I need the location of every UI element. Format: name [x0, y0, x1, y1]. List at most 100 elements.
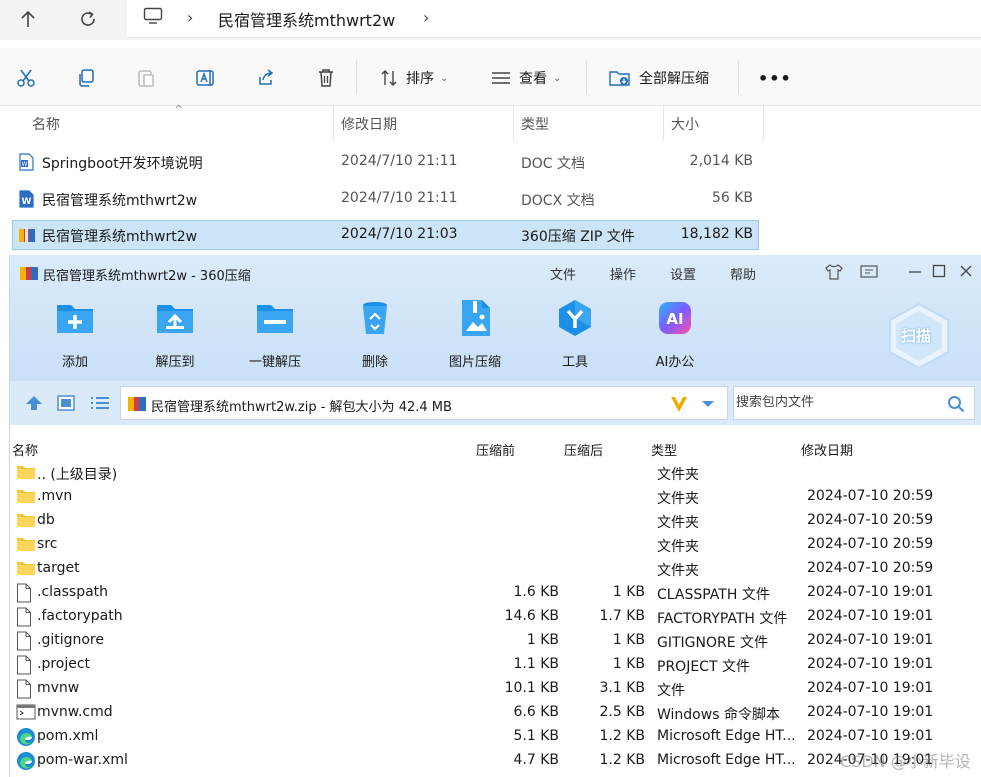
zip-archive-icon [128, 395, 146, 412]
recycle-bin-icon [354, 297, 396, 339]
one-click-extract-button[interactable]: 一键解压 [235, 297, 315, 370]
menu-file[interactable]: 文件 [550, 264, 576, 283]
edge-html-icon [16, 751, 36, 771]
file-row-selected[interactable]: 民宿管理系统mthwrt2w 2024/7/10 21:03 360压缩 ZIP… [12, 220, 759, 250]
search-input[interactable] [736, 395, 936, 410]
search-icon[interactable] [947, 395, 965, 413]
explorer-column-headers: 名称 ^ 修改日期 类型 大小 [0, 103, 981, 140]
thumbnail-view-icon[interactable] [57, 395, 75, 411]
add-label: 添加 [61, 355, 88, 370]
zip-row[interactable]: pom.xml 5.1 KB 1.2 KB Microsoft Edge HT... 2… [10, 725, 981, 749]
extract-folder-icon [609, 68, 631, 88]
column-size[interactable]: 大小 [671, 114, 699, 134]
zip-row[interactable]: src 文件夹 2024-07-10 20:59 [10, 533, 981, 557]
copy-icon[interactable] [74, 66, 98, 90]
image-compress-button[interactable]: 图片压缩 [435, 297, 515, 370]
scan-button[interactable]: 扫描 [886, 301, 952, 371]
zip-row-after: 1 KB [612, 656, 645, 672]
zip-row-name: .classpath [37, 584, 109, 600]
up-arrow-icon[interactable] [15, 8, 41, 30]
zip-row[interactable]: mvnw.cmd 6.6 KB 2.5 KB Windows 命令脚本 2024-07-… [10, 701, 981, 725]
maximize-icon[interactable] [932, 264, 946, 278]
dropdown-arrow-icon[interactable] [701, 400, 715, 408]
extract-all-button[interactable]: 全部解压缩 [609, 66, 709, 90]
zip-row[interactable]: .project 1.1 KB 1 KB PROJECT 文件 2024-07-10 1… [10, 653, 981, 677]
column-date[interactable]: 修改日期 [341, 114, 397, 134]
tools-button[interactable]: 工具 [535, 297, 615, 370]
zip-row-type: Microsoft Edge HT... [657, 728, 796, 744]
zip-row-name: target [37, 560, 80, 576]
sort-button[interactable]: 排序 ⌄ [380, 66, 448, 90]
zip-row[interactable]: .. (上级目录) 文件夹 [10, 461, 981, 485]
zip-row[interactable]: pom-war.xml 4.7 KB 1.2 KB Microsoft Edge HT… [10, 749, 981, 773]
file-name: 民宿管理系统mthwrt2w [42, 193, 198, 209]
search-field[interactable] [733, 386, 975, 420]
file-icon [16, 583, 36, 603]
up-level-icon[interactable] [25, 395, 43, 411]
tools-label: 工具 [561, 355, 588, 370]
delete-icon[interactable] [314, 66, 338, 90]
zip-row[interactable]: .classpath 1.6 KB 1 KB CLASSPATH 文件 2024-07-… [10, 581, 981, 605]
chevron-down-icon: ⌄ [440, 72, 449, 84]
tools-hex-icon [554, 297, 596, 339]
zip-row-type: 文件夹 [657, 491, 699, 507]
file-row[interactable]: W Springboot开发环境说明 2024/7/10 21:11 DOC 文… [12, 147, 759, 177]
rename-icon[interactable] [194, 66, 218, 90]
zip-row-date: 2024-07-10 19:01 [807, 680, 934, 696]
column-type[interactable]: 类型 [521, 114, 549, 134]
menu-help[interactable]: 帮助 [730, 264, 756, 283]
zip-row[interactable]: db 文件夹 2024-07-10 20:59 [10, 509, 981, 533]
zip-column-after[interactable]: 压缩后 [564, 440, 603, 459]
zip-row-name: mvnw [37, 680, 80, 696]
path-field[interactable]: 民宿管理系统mthwrt2w.zip - 解包大小为 42.4 MB [120, 386, 728, 420]
image-compress-label: 图片压缩 [448, 355, 501, 370]
zip-row-date: 2024-07-10 20:59 [807, 560, 934, 576]
zip-column-type[interactable]: 类型 [651, 440, 677, 459]
column-name[interactable]: 名称 [32, 114, 60, 134]
menu-settings[interactable]: 设置 [670, 264, 696, 283]
folder-icon [16, 487, 36, 507]
cut-icon[interactable] [14, 66, 38, 90]
chevron-right-icon[interactable]: › [423, 8, 429, 27]
zip-column-date[interactable]: 修改日期 [801, 440, 853, 459]
file-icon [16, 607, 36, 627]
delete-button[interactable]: 删除 [335, 297, 415, 370]
zip-column-before[interactable]: 压缩前 [476, 440, 515, 459]
zip-row-type: 文件 [657, 683, 685, 699]
extract-all-label: 全部解压缩 [639, 71, 709, 87]
file-row[interactable]: W 民宿管理系统mthwrt2w 2024/7/10 21:11 DOCX 文档… [12, 184, 759, 214]
zip-row-before: 4.7 KB [513, 752, 560, 768]
menu-operation[interactable]: 操作 [610, 264, 636, 283]
feedback-icon[interactable] [860, 265, 878, 280]
ai-icon: AI [654, 297, 696, 339]
view-button[interactable]: 查看 ⌄ [491, 66, 561, 90]
file-type: DOCX 文档 [521, 193, 595, 209]
extract-to-button[interactable]: 解压到 [135, 297, 215, 370]
zip-row-name: .gitignore [37, 632, 104, 648]
zip-row[interactable]: target 文件夹 2024-07-10 20:59 [10, 557, 981, 581]
zip-column-name[interactable]: 名称 [12, 440, 38, 459]
skin-shirt-icon[interactable] [825, 264, 843, 280]
address-bar[interactable]: › 民宿管理系统mthwrt2w › [127, 0, 981, 38]
minimize-icon[interactable] [908, 264, 922, 278]
file-date: 2024/7/10 21:11 [341, 190, 458, 206]
add-button[interactable]: 添加 [35, 297, 115, 370]
file-icon [16, 631, 36, 651]
zip-row[interactable]: mvnw 10.1 KB 3.1 KB 文件 2024-07-10 19:01 [10, 677, 981, 701]
ai-office-button[interactable]: AI AI办公 [635, 297, 715, 370]
zip-row-date: 2024-07-10 19:01 [807, 656, 934, 672]
zip-row[interactable]: .mvn 文件夹 2024-07-10 20:59 [10, 485, 981, 509]
zip-row[interactable]: .gitignore 1 KB 1 KB GITIGNORE 文件 2024-07-10… [10, 629, 981, 653]
share-icon[interactable] [254, 66, 278, 90]
svg-text:W: W [22, 161, 28, 168]
breadcrumb-folder[interactable]: 民宿管理系统mthwrt2w [218, 7, 395, 31]
zip-row-date: 2024-07-10 20:59 [807, 488, 934, 504]
list-view-icon[interactable] [90, 395, 110, 411]
more-button[interactable]: ••• [758, 66, 792, 90]
refresh-icon[interactable] [75, 8, 101, 30]
separator [738, 60, 739, 94]
zip-row[interactable]: .factorypath 14.6 KB 1.7 KB FACTORYPATH 文件 2… [10, 605, 981, 629]
close-icon[interactable] [959, 264, 973, 278]
zip-column-headers: 名称 压缩前 压缩后 类型 修改日期 [10, 425, 981, 461]
folder-icon [16, 559, 36, 579]
